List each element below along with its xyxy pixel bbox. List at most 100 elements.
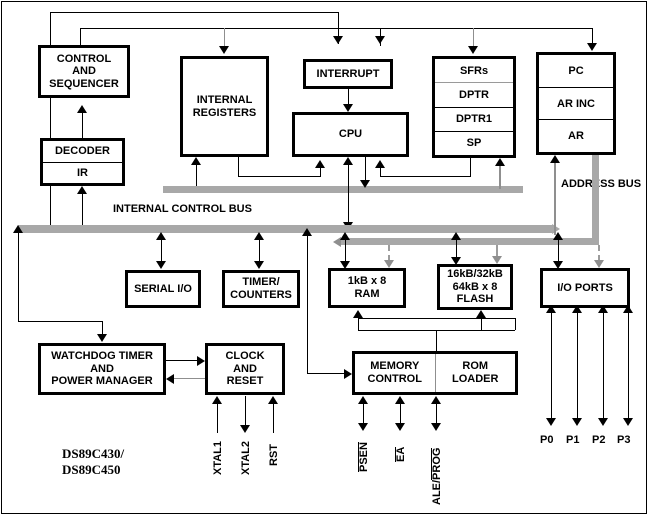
block-memory-control-rom-loader[interactable]: MEMORY CONTROL ROM LOADER xyxy=(352,351,518,395)
ea-arrow-up xyxy=(395,396,405,404)
part-number-line2: DS89C450 xyxy=(62,462,121,478)
pin-label-p3: P3 xyxy=(617,434,631,446)
flash-line3: FLASH xyxy=(456,293,494,306)
watchdog-feed-arrow-up xyxy=(13,225,23,233)
watchdog-line3: POWER MANAGER xyxy=(51,375,153,388)
internal-registers-line2: REGISTERS xyxy=(192,106,257,119)
internal-control-bus-label: INTERNAL CONTROL BUS xyxy=(113,203,252,215)
sfr-cpu-loop-left xyxy=(380,167,381,177)
block-watchdog-power-manager[interactable]: WATCHDOG TIMER AND POWER MANAGER xyxy=(38,343,166,395)
sp-row[interactable]: SP xyxy=(435,132,513,155)
flash-bus-arrow-up xyxy=(451,232,461,240)
ram-bus-arrow-up xyxy=(340,232,350,240)
serialio-bus-line xyxy=(161,238,162,263)
pc-row[interactable]: PC xyxy=(539,55,613,88)
wd-to-clock-line xyxy=(166,360,198,361)
memctl-to-ram-arrow xyxy=(353,310,363,318)
ir-row[interactable]: IR xyxy=(43,163,122,184)
pin-label-ale-prog: ALE/PROG xyxy=(431,447,444,505)
part-number-line1: DS89C430/ xyxy=(62,446,125,461)
bus-to-memctl-horizontal xyxy=(307,373,345,374)
sp-label: SP xyxy=(466,137,482,150)
block-interrupt[interactable]: INTERRUPT xyxy=(303,59,393,89)
pin-label-psen: PSEN xyxy=(358,442,371,472)
p2-line xyxy=(603,312,604,420)
serial-io-label: SERIAL I/O xyxy=(134,282,192,295)
ioports-address-dashed xyxy=(598,245,600,261)
psen-arrow-up xyxy=(358,396,368,404)
bus-to-memctl-vertical xyxy=(307,233,308,373)
top-rail-b xyxy=(80,28,592,29)
block-pc-ar-group[interactable]: PC AR INC AR xyxy=(536,52,616,155)
flash-address-arrow xyxy=(492,256,502,264)
registers-gray-drop xyxy=(224,28,225,48)
registers-to-bus-arrow xyxy=(191,157,201,165)
ram-address-arrow xyxy=(384,260,394,268)
p1-line xyxy=(577,312,578,420)
dptr-row[interactable]: DPTR xyxy=(435,83,513,108)
rom-loader-cell[interactable]: ROM LOADER xyxy=(436,354,516,392)
block-ram[interactable]: 1kB x 8 RAM xyxy=(328,268,406,308)
block-serial-io[interactable]: SERIAL I/O xyxy=(125,270,201,308)
ar-row[interactable]: AR xyxy=(539,120,613,152)
sfr-bus-arrow xyxy=(495,158,505,166)
internal-control-bus xyxy=(18,225,556,233)
sfrs-row[interactable]: SFRs xyxy=(435,59,513,84)
ale-text: ALE/ xyxy=(431,479,443,505)
address-bus-label: ADDRESS BUS xyxy=(561,178,642,190)
timer-bus-arrow-down xyxy=(254,261,264,269)
sfr-cpu-loop-right xyxy=(470,158,471,177)
dptr1-row[interactable]: DPTR1 xyxy=(435,108,513,132)
sfr-cpu-loop-h xyxy=(380,176,470,177)
ioports-bus-arrow-down xyxy=(553,261,563,269)
xtal2-arrow xyxy=(240,425,250,433)
interrupt-label: INTERRUPT xyxy=(316,67,380,80)
dptr1-label: DPTR1 xyxy=(455,113,493,126)
sfrs-label: SFRs xyxy=(459,64,489,77)
flash-line2: 64kB x 8 xyxy=(452,280,498,293)
watchdog-feed-horizontal xyxy=(18,321,102,322)
registers-to-bus-line xyxy=(196,163,197,188)
ir-label: IR xyxy=(77,166,88,179)
block-diagram-canvas: CONTROL AND SEQUENCER DECODER IR INTERNA… xyxy=(0,0,650,517)
pc-drop-arrow xyxy=(587,43,597,51)
block-decoder-ir[interactable]: DECODER IR xyxy=(40,138,125,186)
registers-cpu-loop-left xyxy=(238,157,239,177)
ar-inc-row[interactable]: AR INC xyxy=(539,88,613,121)
pin-label-xtal2: XTAL2 xyxy=(240,440,252,475)
decoder-row[interactable]: DECODER xyxy=(43,141,122,163)
clock-to-wd-arrow xyxy=(166,374,174,384)
rom-loader-line1: ROM xyxy=(462,360,489,373)
clock-to-wd-line xyxy=(173,378,205,379)
p0-arrow-up xyxy=(546,305,556,313)
rst-line xyxy=(273,403,274,433)
ram-bus-line xyxy=(345,238,346,263)
block-flash[interactable]: 16kB/32kB 64kB x 8 FLASH xyxy=(437,264,513,310)
block-timer-counters[interactable]: TIMER/ COUNTERS xyxy=(222,270,300,308)
top-rail-a-left-drop xyxy=(50,12,51,46)
ar-label: AR xyxy=(568,130,584,143)
block-io-ports[interactable]: I/O PORTS xyxy=(540,268,630,308)
registers-drop-arrow xyxy=(219,46,229,54)
ioports-bus-line xyxy=(558,238,559,263)
p1-arrow xyxy=(572,418,582,426)
p3-arrow-up xyxy=(623,305,633,313)
memory-control-cell[interactable]: MEMORY CONTROL xyxy=(355,354,436,392)
block-cpu[interactable]: CPU xyxy=(292,112,409,157)
timer-bus-line xyxy=(259,238,260,263)
ioports-bus-arrow-up xyxy=(553,232,563,240)
ar-feedback-arrow xyxy=(550,155,560,163)
control-sequencer-line1: CONTROL xyxy=(56,52,112,65)
ar-inc-label: AR INC xyxy=(557,97,595,110)
memctl-loop-left-side xyxy=(358,318,359,330)
ea-overline-text: EA xyxy=(395,446,408,462)
memory-control-line2: CONTROL xyxy=(367,373,422,385)
pin-label-p2: P2 xyxy=(592,434,606,446)
sfr-drop-arrow xyxy=(468,46,478,54)
block-internal-registers[interactable]: INTERNAL REGISTERS xyxy=(180,56,269,157)
block-control-and-sequencer[interactable]: CONTROL AND SEQUENCER xyxy=(38,45,130,98)
block-clock-and-reset[interactable]: CLOCK AND RESET xyxy=(205,343,285,395)
bus-to-ir-arrow xyxy=(77,186,87,194)
block-sfr-group[interactable]: SFRs DPTR DPTR1 SP xyxy=(432,56,516,158)
flash-bus-arrow-down xyxy=(451,257,461,265)
